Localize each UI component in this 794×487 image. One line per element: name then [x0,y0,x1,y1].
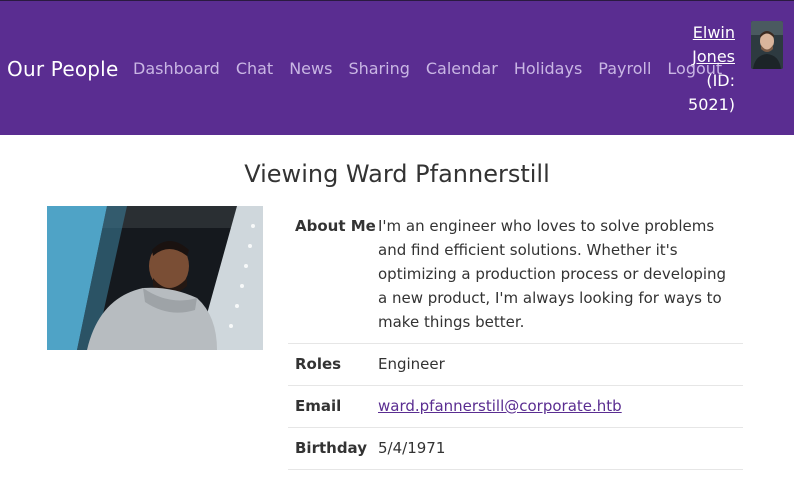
brand-logo-text[interactable]: Our People [7,57,118,81]
email-link[interactable]: ward.pfannerstill@corporate.htb [378,397,622,415]
nav-links: Dashboard Chat News Sharing Calendar Hol… [133,59,722,78]
user-first-name-link[interactable]: Elwin [675,21,735,45]
profile-details-table: About Me I'm an engineer who loves to so… [288,206,743,470]
nav-link-holidays[interactable]: Holidays [514,59,582,78]
birthday-value: 5/4/1971 [378,439,446,457]
nav-link-calendar[interactable]: Calendar [426,59,498,78]
row-email: Email ward.pfannerstill@corporate.htb [288,386,743,428]
avatar-photo-icon [751,21,783,69]
birthday-label: Birthday [295,439,367,457]
about-me-label: About Me [295,217,376,235]
avatar[interactable] [751,21,783,69]
profile-photo [47,206,263,350]
nav-link-chat[interactable]: Chat [236,59,273,78]
row-roles: Roles Engineer [288,344,743,386]
email-label: Email [295,397,342,415]
top-navbar: Our People Dashboard Chat News Sharing C… [0,0,794,135]
about-me-value: I'm an engineer who loves to solve probl… [378,217,727,331]
roles-label: Roles [295,355,342,373]
nav-link-sharing[interactable]: Sharing [348,59,409,78]
row-birthday: Birthday 5/4/1971 [288,428,743,470]
email-value: ward.pfannerstill@corporate.htb [378,394,736,418]
user-id-line2: 5021) [688,95,735,114]
current-user: Elwin Jones (ID: 5021) [675,21,735,117]
nav-link-news[interactable]: News [289,59,332,78]
page-title: Viewing Ward Pfannerstill [244,160,550,188]
roles-value: Engineer [378,355,445,373]
nav-link-dashboard[interactable]: Dashboard [133,59,220,78]
user-id-line1: (ID: [706,71,735,90]
profile-photo-image [47,206,263,350]
user-last-name-link[interactable]: Jones [675,45,735,69]
row-about-me: About Me I'm an engineer who loves to so… [288,206,743,344]
nav-link-payroll[interactable]: Payroll [598,59,651,78]
